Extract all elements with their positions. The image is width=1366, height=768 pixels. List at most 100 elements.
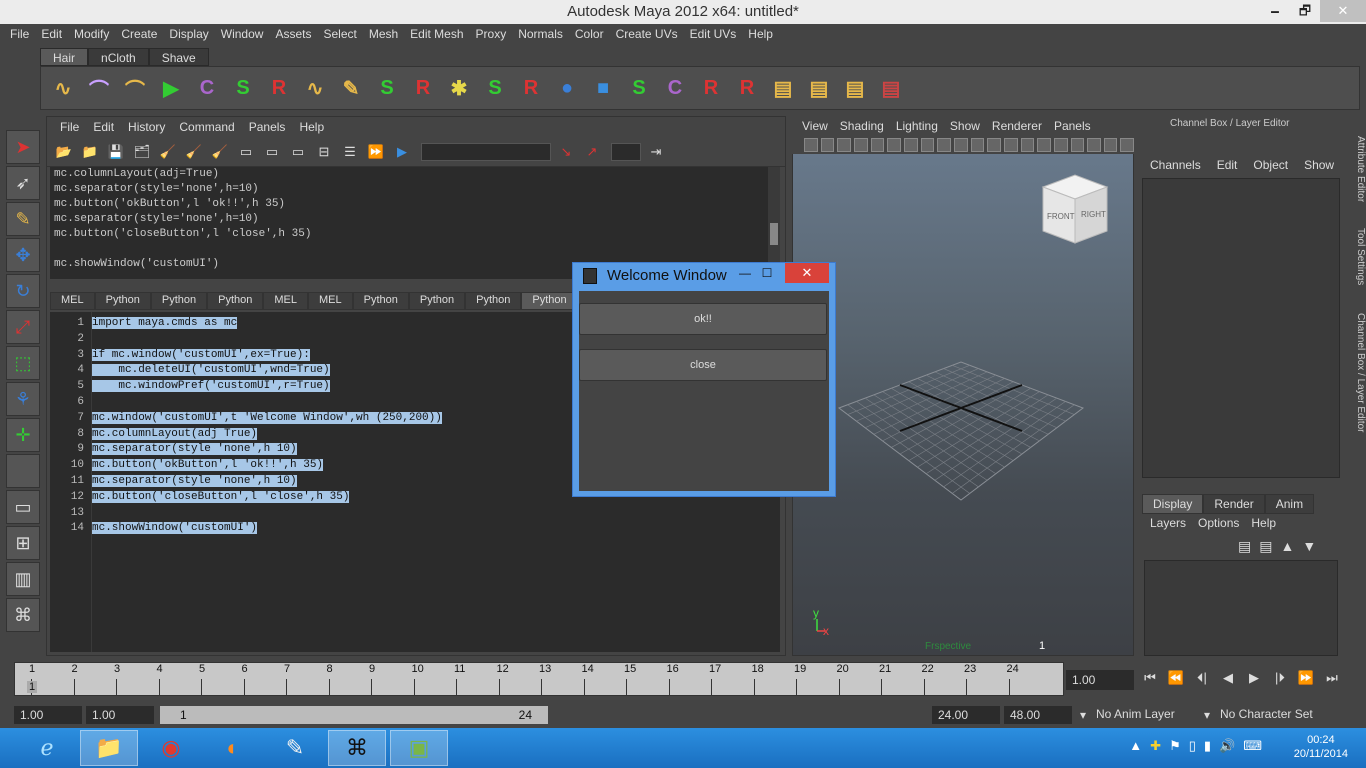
hair-curl-icon[interactable]: ⌒: [83, 72, 115, 104]
menu-color[interactable]: Color: [569, 27, 610, 41]
search-up-icon[interactable]: ↗: [581, 141, 603, 163]
menu-window[interactable]: Window: [215, 27, 270, 41]
se-menu-panels[interactable]: Panels: [242, 120, 293, 134]
vp-menu-renderer[interactable]: Renderer: [986, 119, 1048, 133]
open-script-icon[interactable]: 📂: [53, 141, 75, 163]
viewport-tool-icon[interactable]: [953, 138, 968, 152]
film-arrow-icon[interactable]: ▤: [803, 72, 835, 104]
keyboard-icon[interactable]: ⌨: [1243, 738, 1262, 754]
viewport-tool-icon[interactable]: [1053, 138, 1068, 152]
close-button[interactable]: ✕: [1320, 0, 1366, 22]
layer-tab-anim[interactable]: Anim: [1264, 494, 1315, 514]
tray-add-icon[interactable]: ✚: [1150, 738, 1161, 754]
shelf-handle[interactable]: [4, 50, 34, 108]
end-time-field[interactable]: 48.00: [1004, 706, 1072, 724]
se-menu-history[interactable]: History: [121, 120, 172, 134]
viewport[interactable]: FRONT RIGHT y x Frspective 1: [792, 116, 1134, 656]
save-to-shelf-icon[interactable]: 🗂: [131, 141, 153, 163]
layer-menu-layers[interactable]: Layers: [1144, 516, 1192, 530]
camtasia-icon[interactable]: ▣: [390, 730, 448, 766]
s-dot-icon[interactable]: S: [623, 72, 655, 104]
cs-icon[interactable]: C: [659, 72, 691, 104]
script-tab[interactable]: MEL: [50, 292, 95, 310]
se-menu-help[interactable]: Help: [292, 120, 331, 134]
viewport-tool-icon[interactable]: [987, 138, 1001, 152]
shelf-tab-shave[interactable]: Shave: [148, 48, 209, 66]
select-tool-icon[interactable]: ➤: [6, 130, 40, 164]
r-icon[interactable]: R: [263, 72, 295, 104]
dialog-minimize-button[interactable]: —: [735, 263, 755, 283]
layer-tab-display[interactable]: Display: [1142, 494, 1204, 514]
playback-button[interactable]: ⏴|: [1192, 670, 1212, 686]
universal-tool-icon[interactable]: ⬚: [6, 346, 40, 380]
four-pane-layout-icon[interactable]: ⊞: [6, 526, 40, 560]
viewport-tool-icon[interactable]: [970, 138, 985, 152]
character-set-dropdown-icon[interactable]: ▾: [1204, 708, 1210, 722]
r-icon-3[interactable]: R: [515, 72, 547, 104]
viewport-tool-icon[interactable]: [1120, 138, 1135, 152]
time-slider[interactable]: 1 2 3 4 5 6 7 8 9 10 11 12 13 14 15 16 17 18 19 20 21 22 23 24 1: [14, 662, 1064, 696]
menu-normals[interactable]: Normals: [512, 27, 569, 41]
playback-button[interactable]: ▶: [1244, 670, 1264, 686]
viewport-tool-icon[interactable]: [1070, 138, 1085, 152]
viewport-tool-icon[interactable]: [820, 138, 835, 152]
dialog-close-action-button[interactable]: close: [579, 349, 827, 381]
tray-expand-icon[interactable]: ▲: [1129, 738, 1142, 754]
clear-input-icon[interactable]: 🧹: [183, 141, 205, 163]
battery-icon[interactable]: ▯: [1189, 738, 1196, 754]
minimize-button[interactable]: 🗕: [1260, 0, 1290, 22]
ok-button[interactable]: ok!!: [579, 303, 827, 335]
menu-create-uvs[interactable]: Create UVs: [610, 27, 684, 41]
anim-layer-dropdown-icon[interactable]: ▾: [1080, 708, 1086, 722]
playback-button[interactable]: |⏵: [1270, 670, 1290, 686]
rotate-tool-icon[interactable]: ↻: [6, 274, 40, 308]
script-tab[interactable]: Python: [521, 292, 578, 310]
viewport-tool-icon[interactable]: [903, 138, 918, 152]
playback-button[interactable]: ⏭: [1322, 670, 1342, 686]
firefox-icon[interactable]: ◐: [204, 730, 262, 766]
joint-icon[interactable]: ✱: [443, 72, 475, 104]
menu-display[interactable]: Display: [163, 27, 214, 41]
playback-button[interactable]: ◀: [1218, 670, 1238, 686]
cr-icon[interactable]: R: [731, 72, 763, 104]
layer-menu-help[interactable]: Help: [1245, 516, 1282, 530]
hypershade-layout-icon[interactable]: ⌘: [6, 598, 40, 632]
film-strip-icon[interactable]: ▤: [875, 72, 907, 104]
cb-menu-channels[interactable]: Channels: [1142, 158, 1209, 172]
sphere-icon[interactable]: ●: [551, 72, 583, 104]
new-layer-icon[interactable]: ▤: [1238, 538, 1251, 555]
script-tab[interactable]: Python: [150, 292, 208, 310]
lasso-tool-icon[interactable]: ➶: [6, 166, 40, 200]
cb-menu-edit[interactable]: Edit: [1209, 158, 1246, 172]
source-script-icon[interactable]: 📁: [79, 141, 101, 163]
cb-menu-show[interactable]: Show: [1296, 158, 1342, 172]
hair-arc-icon[interactable]: ⌒: [119, 72, 151, 104]
film-icon[interactable]: ▤: [767, 72, 799, 104]
layer-down-icon[interactable]: ▼: [1302, 538, 1316, 555]
cb-menu-object[interactable]: Object: [1245, 158, 1296, 172]
network-icon[interactable]: ▮: [1204, 738, 1211, 754]
script-tab[interactable]: Python: [408, 292, 466, 310]
vp-menu-show[interactable]: Show: [944, 119, 986, 133]
flag-icon[interactable]: ⚑: [1169, 738, 1181, 754]
show-manip-icon[interactable]: ✛: [6, 418, 40, 452]
playback-end-field[interactable]: 24.00: [932, 706, 1000, 724]
show-both-icon[interactable]: ▭: [287, 141, 309, 163]
chrome-icon[interactable]: ◉: [142, 730, 200, 766]
script-tab[interactable]: MEL: [308, 292, 353, 310]
save-script-icon[interactable]: 💾: [105, 141, 127, 163]
side-tab-attribute-editor[interactable]: Attribute Editor: [1346, 124, 1366, 214]
viewport-tool-icon[interactable]: [1020, 138, 1035, 152]
channel-box-panel[interactable]: [1142, 178, 1340, 478]
s-icon-2[interactable]: S: [371, 72, 403, 104]
script-tab[interactable]: Python: [465, 292, 522, 310]
vp-menu-view[interactable]: View: [796, 119, 834, 133]
paint-select-icon[interactable]: ✎: [6, 202, 40, 236]
show-input-icon[interactable]: ▭: [261, 141, 283, 163]
maya-taskbar-icon[interactable]: ⌘: [328, 730, 386, 766]
comb-icon[interactable]: ∿: [299, 72, 331, 104]
menu-help[interactable]: Help: [742, 27, 779, 41]
single-pane-layout-icon[interactable]: ▭: [6, 490, 40, 524]
r-icon-2[interactable]: R: [407, 72, 439, 104]
layer-up-icon[interactable]: ▲: [1280, 538, 1294, 555]
